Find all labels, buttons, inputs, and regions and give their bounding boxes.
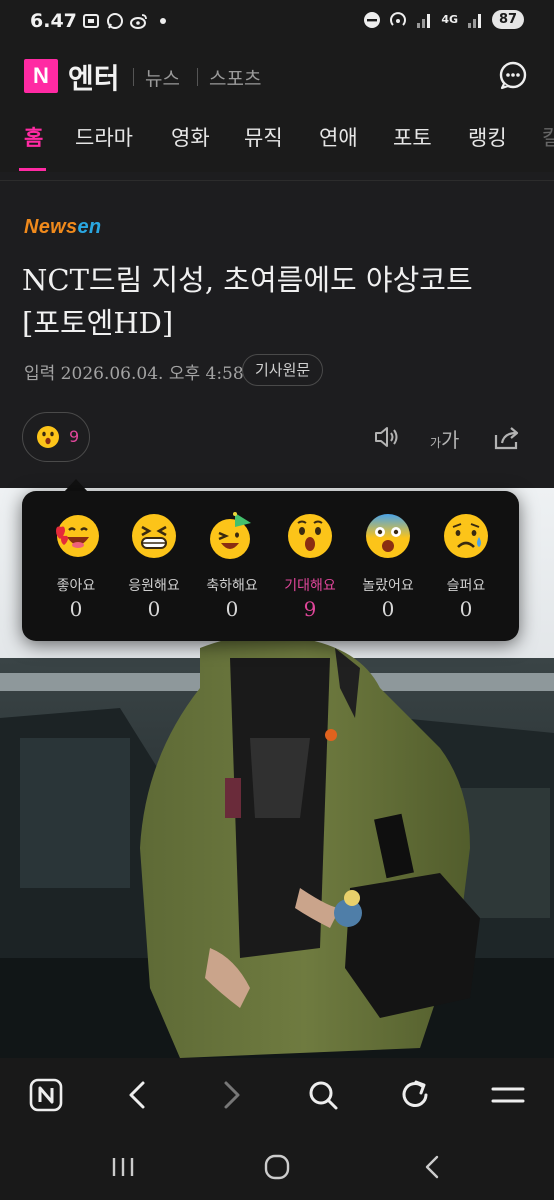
party-emoji-icon — [210, 512, 251, 559]
sports-link[interactable]: 스포츠 — [209, 64, 261, 91]
forward-icon[interactable] — [214, 1078, 248, 1112]
article-header: Newsen NCT드림 지성, 초여름에도 야상코트 [포토엔HD] 입력 2… — [0, 181, 554, 488]
refresh-icon[interactable] — [398, 1078, 432, 1112]
chat-bubble-icon[interactable] — [498, 60, 528, 90]
news-link[interactable]: 뉴스 — [145, 64, 180, 91]
signal-icon — [417, 13, 431, 28]
whatsapp-icon — [107, 13, 123, 29]
article-title: NCT드림 지성, 초여름에도 야상코트 [포토엔HD] — [22, 263, 473, 340]
divider — [197, 68, 198, 86]
system-nav-bar — [0, 1134, 554, 1200]
surprised-emoji-icon — [37, 426, 59, 448]
do-not-disturb-icon — [364, 11, 381, 28]
search-icon[interactable] — [306, 1078, 340, 1112]
weibo-icon — [130, 14, 147, 29]
share-icon[interactable] — [493, 425, 521, 451]
source-logo[interactable]: Newsen — [24, 216, 101, 239]
back-icon[interactable] — [121, 1078, 155, 1112]
tab-column[interactable]: 칼 — [542, 122, 554, 152]
status-time: 6.47 — [30, 10, 77, 32]
tab-music[interactable]: 뮤직 — [244, 122, 283, 152]
home-icon[interactable] — [262, 1152, 292, 1182]
reaction-count: 9 — [69, 427, 80, 446]
section-title[interactable]: 엔터 — [68, 57, 120, 97]
network-type: 4G — [441, 13, 458, 26]
cheer-emoji-icon — [132, 514, 176, 558]
back-nav-icon[interactable] — [418, 1152, 448, 1182]
battery-level: 87 — [492, 10, 524, 29]
recent-apps-icon[interactable] — [108, 1152, 138, 1182]
tab-drama[interactable]: 드라마 — [75, 122, 133, 152]
screenshot-icon — [83, 14, 99, 28]
reaction-congrats[interactable]: 축하해요 0 — [192, 511, 272, 621]
naver-logo[interactable]: N — [24, 59, 58, 93]
browser-toolbar — [0, 1058, 554, 1134]
publish-date: 입력 2026.06.04. 오후 4:58 — [24, 364, 244, 384]
tab-movie[interactable]: 영화 — [171, 122, 210, 152]
surprised-emoji-icon — [288, 514, 332, 558]
menu-icon[interactable] — [491, 1078, 525, 1112]
signal-icon — [468, 13, 481, 28]
reaction-sad[interactable]: 슬퍼요 0 — [426, 511, 506, 621]
love-emoji-icon — [56, 515, 99, 557]
sad-emoji-icon — [444, 514, 488, 558]
tab-entertainment[interactable]: 연애 — [319, 122, 358, 152]
divider — [133, 68, 134, 86]
reaction-expect[interactable]: 기대해요 9 — [270, 511, 350, 621]
tab-ranking[interactable]: 랭킹 — [468, 122, 507, 152]
reaction-cheer[interactable]: 응원해요 0 — [114, 511, 194, 621]
reaction-button[interactable]: 9 — [22, 412, 90, 462]
category-tabs: 홈 드라마 영화 뮤직 연애 포토 랭킹 칼 — [0, 106, 554, 172]
reaction-popup: 좋아요 0 응원해요 0 축하해요 0 기대해요 9 놀랐어요 0 슬퍼요 0 — [22, 491, 519, 641]
reaction-surprised[interactable]: 놀랐어요 0 — [348, 511, 428, 621]
hotspot-icon — [390, 11, 407, 26]
naver-home-icon[interactable] — [29, 1078, 63, 1112]
shocked-emoji-icon — [366, 514, 410, 558]
app-header: N 엔터 뉴스 스포츠 — [0, 44, 554, 106]
tab-home[interactable]: 홈 — [24, 122, 43, 152]
tab-photo[interactable]: 포토 — [393, 122, 432, 152]
active-tab-indicator — [19, 168, 46, 171]
dot-icon — [160, 18, 166, 24]
status-bar: 6.47 4G 87 — [0, 0, 554, 44]
speaker-icon[interactable] — [374, 425, 402, 449]
original-article-button[interactable]: 기사원문 — [242, 354, 324, 386]
font-size-button[interactable]: 가가 — [430, 424, 459, 453]
reaction-love[interactable]: 좋아요 0 — [36, 511, 116, 621]
